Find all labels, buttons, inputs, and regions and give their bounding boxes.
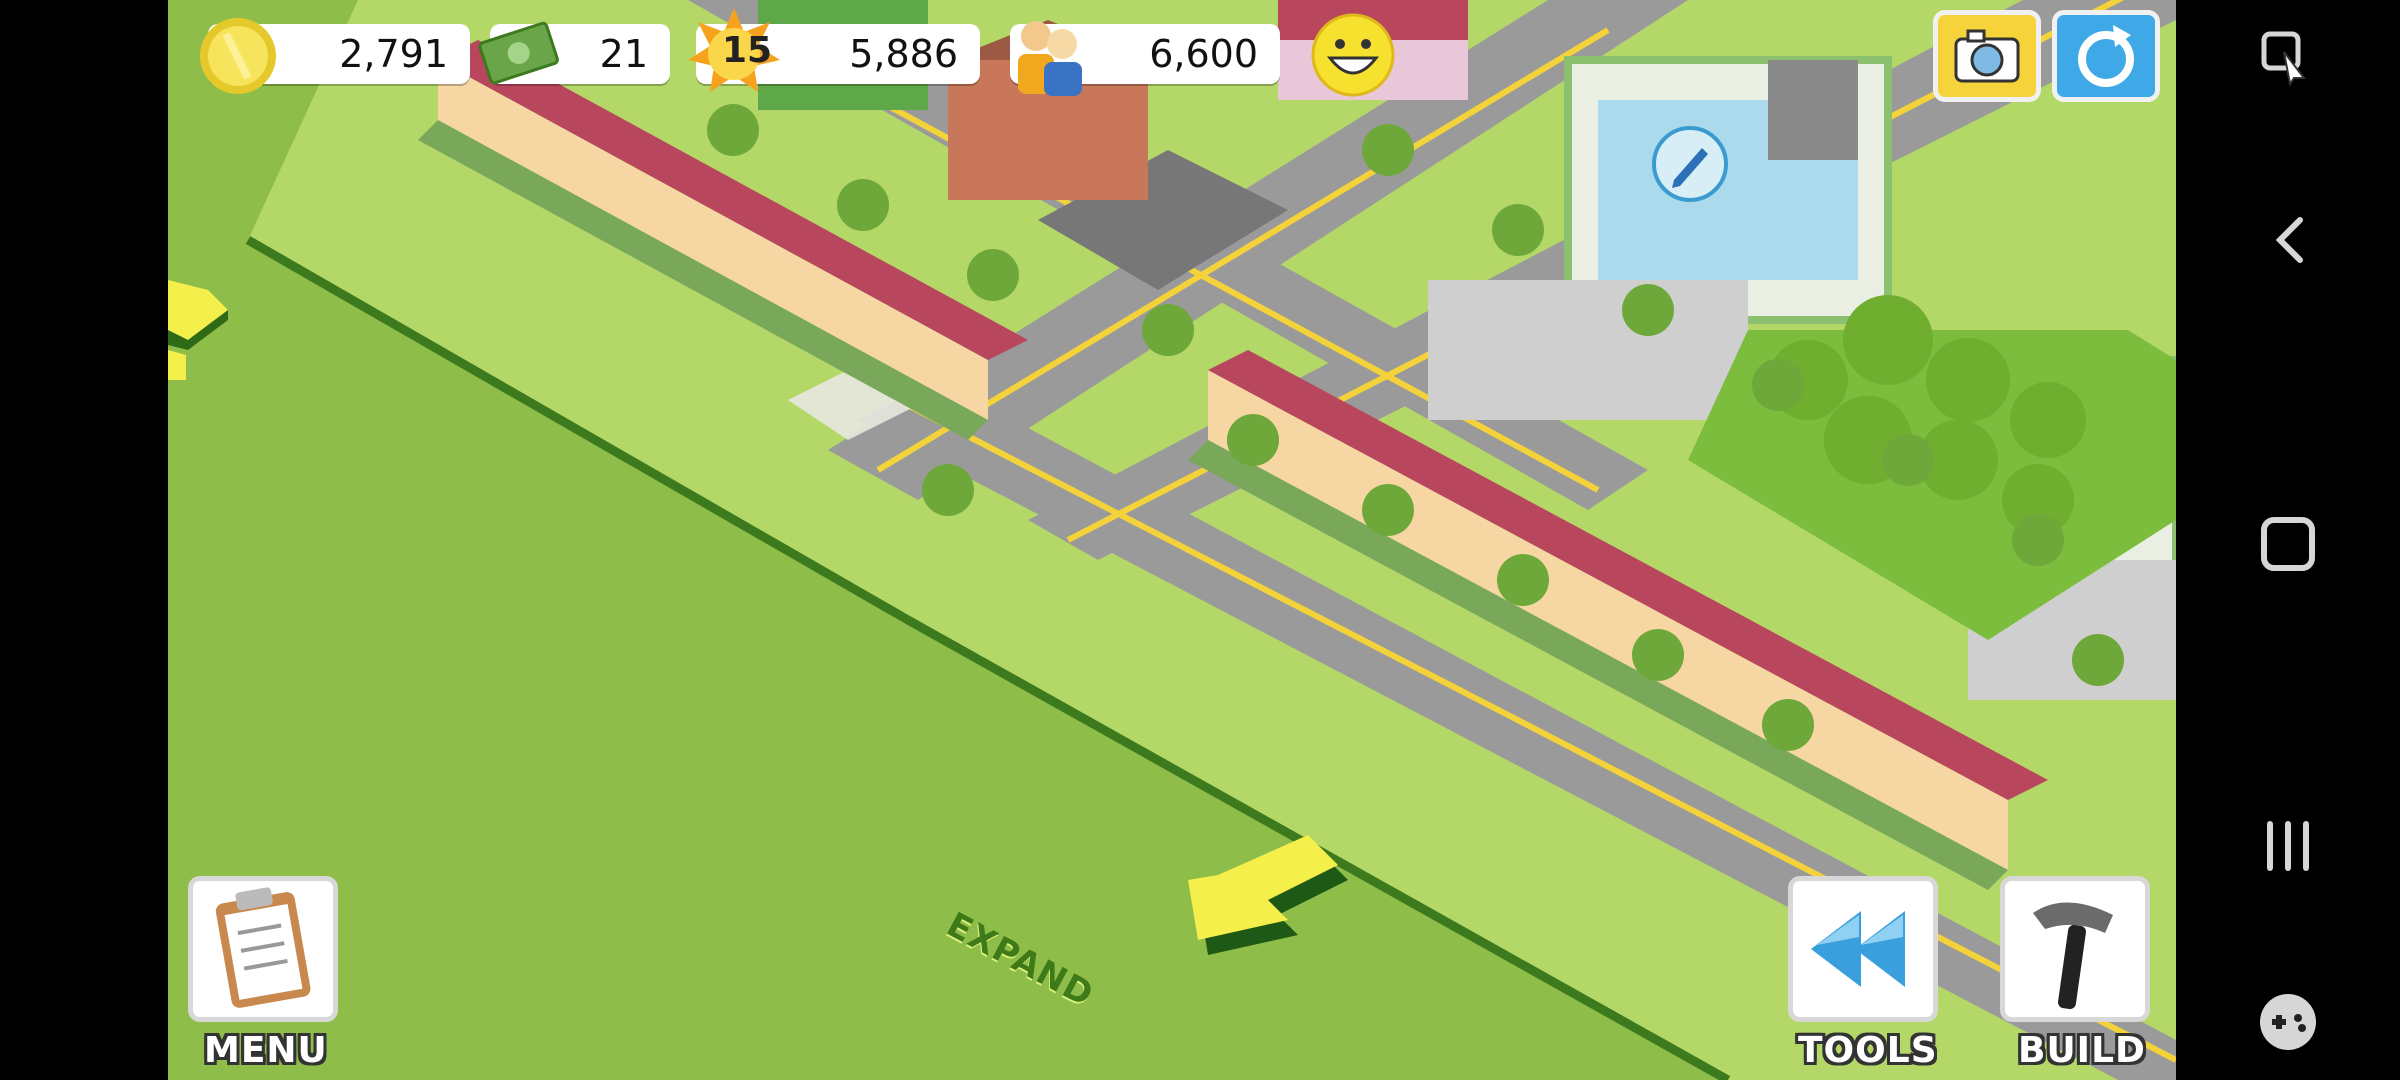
hammer-icon bbox=[2033, 902, 2113, 1010]
menu-button[interactable] bbox=[188, 876, 338, 1022]
cash-icon bbox=[478, 21, 559, 85]
level-value: 15 bbox=[722, 30, 773, 71]
coin-icon bbox=[200, 18, 276, 94]
tools-button[interactable] bbox=[1788, 876, 1938, 1022]
build-label: BUILD bbox=[2018, 1030, 2146, 1071]
recents-icon[interactable] bbox=[2262, 818, 2314, 874]
game-viewport[interactable]: 2,791 21 5,886 15 6,600 MENU TOOLS BUILD… bbox=[168, 0, 2176, 1080]
edit-pencil-icon[interactable] bbox=[1650, 124, 1730, 204]
clipboard-icon bbox=[215, 887, 311, 1008]
system-navigation-bar bbox=[2176, 0, 2400, 1080]
build-button[interactable] bbox=[2000, 876, 2150, 1022]
share-button[interactable] bbox=[2052, 10, 2160, 102]
letterbox-left bbox=[0, 0, 168, 1080]
xp-value: 5,886 bbox=[849, 32, 958, 76]
rewind-icon bbox=[1811, 911, 1905, 987]
camera-button[interactable] bbox=[1933, 10, 2041, 102]
share-icon bbox=[2078, 25, 2134, 87]
population-value: 6,600 bbox=[1149, 32, 1258, 76]
smiley-icon[interactable] bbox=[1310, 12, 1396, 98]
screenshot-edit-icon[interactable] bbox=[2256, 28, 2316, 88]
tools-label: TOOLS bbox=[1798, 1030, 1938, 1071]
cash-value: 21 bbox=[599, 32, 648, 76]
back-icon[interactable] bbox=[2266, 210, 2316, 270]
game-controller-icon[interactable] bbox=[2256, 990, 2320, 1054]
menu-label: MENU bbox=[204, 1030, 328, 1071]
camera-icon bbox=[1954, 29, 2020, 83]
coins-value: 2,791 bbox=[339, 32, 448, 76]
population-icon bbox=[1018, 21, 1082, 96]
home-icon[interactable] bbox=[2258, 514, 2318, 574]
